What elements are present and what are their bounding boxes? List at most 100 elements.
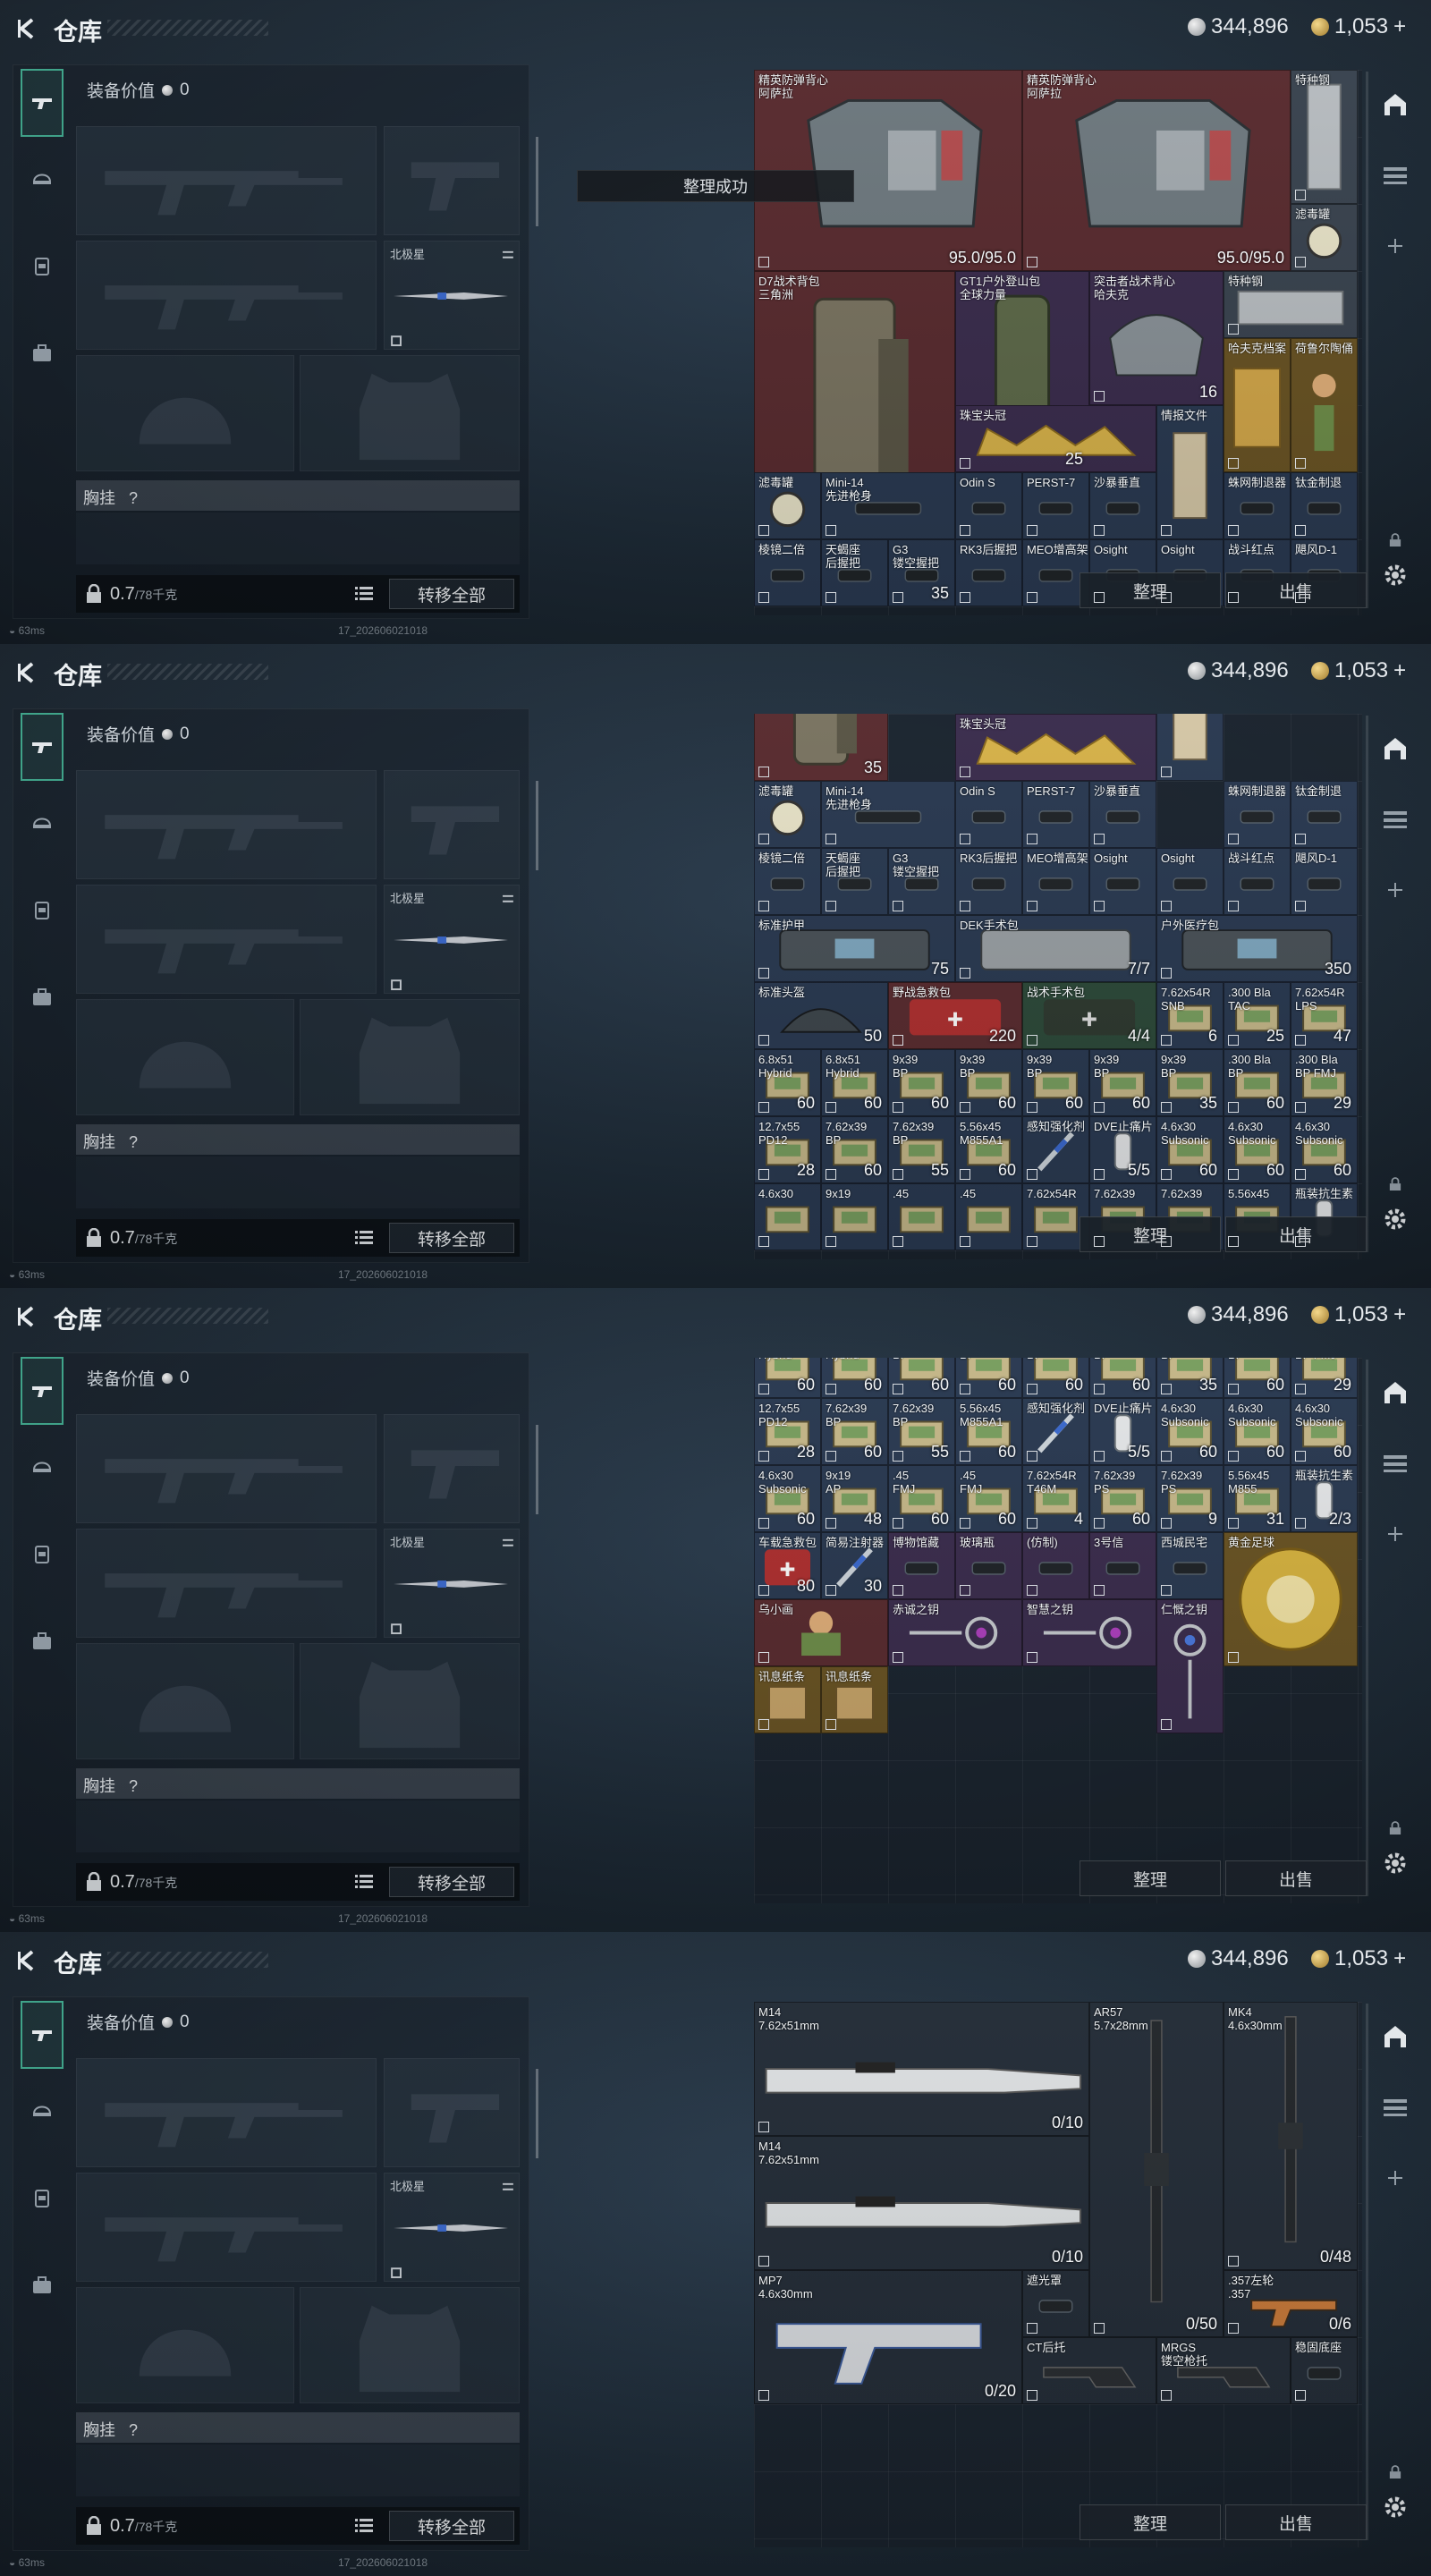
tab-backpack[interactable] [21, 232, 64, 300]
stash-item[interactable]: 7.62x54R SNB 6 [1156, 982, 1224, 1049]
stash-item[interactable]: 天蝎座 后握把 [821, 848, 888, 915]
stash-item[interactable]: MK4 4.6x30mm 0/48 [1224, 2002, 1358, 2270]
stash-item[interactable]: 博物馆藏 [888, 1532, 955, 1599]
gold-balance[interactable]: 1,053 + [1311, 658, 1406, 683]
stash-item[interactable]: 战术手术包 4/4 [1022, 982, 1156, 1049]
stash-item[interactable]: 野战急救包 220 [888, 982, 1022, 1049]
stash-item[interactable]: 7.62x39 BP 55 [888, 1398, 955, 1465]
stash-item[interactable]: .45 FMJ 60 [955, 1465, 1022, 1532]
armor-slot[interactable] [300, 355, 520, 471]
stash-item[interactable]: DEK手术包 7/7 [955, 915, 1156, 982]
gold-balance[interactable]: 1,053 + [1311, 1302, 1406, 1327]
stash-item[interactable]: 蛛网制退器 [1224, 472, 1291, 539]
stash-item[interactable]: 6.8x51 Hybrid60 [821, 1049, 888, 1116]
stash-item[interactable]: 4.6x30 Subsonic 60 [1224, 1398, 1291, 1465]
stash-item[interactable]: 9x39 BP 60 [955, 1358, 1022, 1398]
stash-item[interactable]: 户外医疗包 350 [1156, 915, 1358, 982]
stash-item[interactable]: 乌小画 [754, 1599, 888, 1666]
stash-add-tab[interactable] [1378, 2161, 1412, 2195]
armor-slot[interactable] [300, 999, 520, 1115]
stash-item[interactable]: 赤诚之钥 [888, 1599, 1022, 1666]
stash-item[interactable]: 标准头盔 50 [754, 982, 888, 1049]
stash-item[interactable]: M14 7.62x51mm 0/10 [754, 2136, 1089, 2270]
armor-slot[interactable] [300, 2287, 520, 2403]
stash-item[interactable]: Odin S [955, 472, 1022, 539]
stash-tab-weapons[interactable] [1378, 1445, 1412, 1479]
stash-item[interactable]: 智慧之钥 [1022, 1599, 1156, 1666]
stash-item[interactable]: AR57 5.7x28mm 0/50 [1089, 2002, 1224, 2337]
stash-item[interactable]: Odin S [955, 781, 1022, 848]
stash-item[interactable]: 突击者战术背心 哈夫克 16 [1089, 271, 1224, 405]
stash-item[interactable]: 9x39 BP 60 [955, 1049, 1022, 1116]
stash-item[interactable]: 滤毒罐 [754, 781, 821, 848]
stash-item[interactable]: 9x19 AP 48 [821, 1465, 888, 1532]
transfer-all-button[interactable]: 转移全部 [389, 1867, 514, 1897]
helmet-slot[interactable] [76, 1643, 294, 1759]
stash-item[interactable]: 西城民宅 [1156, 1532, 1224, 1599]
stash-item[interactable]: 钛金制退 [1291, 472, 1358, 539]
stash-settings[interactable] [1378, 558, 1412, 592]
stash-item[interactable]: 5.56x45 M855 31 [1224, 1465, 1291, 1532]
stash-item[interactable]: G3 镂空握把 [888, 848, 955, 915]
stash-settings[interactable] [1378, 1202, 1412, 1236]
stash-item[interactable]: DVE止痛片 5/5 [1089, 1398, 1156, 1465]
stash-item[interactable]: MEO增高架 [1022, 848, 1089, 915]
stash-item[interactable]: .300 Bla TAC 25 [1224, 982, 1291, 1049]
stash-scrollbar[interactable] [1366, 716, 1368, 1252]
melee-slot[interactable]: 北极星 [384, 885, 520, 994]
stash-add-tab[interactable] [1378, 1517, 1412, 1551]
stash-item[interactable]: 6.8x51 Hybrid60 [754, 1049, 821, 1116]
list-icon[interactable] [355, 1230, 373, 1246]
stash-item[interactable]: 9x19 [821, 1183, 888, 1250]
chest-rig-slot[interactable] [76, 2445, 520, 2496]
stash-grid[interactable]: 35 珠宝头冠 情报文件滤毒罐 Mini-14 先进枪身 Odin S PERST-7 沙暴… [754, 714, 1362, 1259]
stash-item[interactable]: 稳固底座 [1291, 2337, 1358, 2404]
pistol-slot[interactable] [384, 1414, 520, 1523]
stash-item[interactable]: 战斗红点 [1224, 848, 1291, 915]
stash-item[interactable]: .300 Bla BP 60 [1224, 1358, 1291, 1398]
stash-lock[interactable] [1378, 1811, 1412, 1845]
stash-item[interactable]: Osight [1156, 848, 1224, 915]
stash-item[interactable]: RK3后握把 [955, 848, 1022, 915]
stash-item[interactable]: 7.62x39 BP 60 [821, 1398, 888, 1465]
primary-weapon-slot[interactable] [76, 2058, 377, 2167]
gold-add[interactable]: + [1393, 1946, 1406, 1971]
stash-item[interactable]: 遮光罩 [1022, 2270, 1089, 2337]
sort-button[interactable]: 整理 [1080, 1216, 1221, 1252]
stash-tab-all[interactable] [1378, 1376, 1412, 1410]
stash-item[interactable]: 珠宝头冠 [955, 714, 1156, 781]
tab-helmet[interactable] [21, 144, 64, 212]
stash-item[interactable]: 6.8x51 Hybrid60 [821, 1358, 888, 1398]
stash-item[interactable]: DVE止痛片 5/5 [1089, 1116, 1156, 1183]
stash-item[interactable]: 5.56x45 M855A1 60 [955, 1116, 1022, 1183]
stash-item[interactable]: 哈夫克档案 [1224, 338, 1291, 472]
stash-add-tab[interactable] [1378, 873, 1412, 907]
stash-settings[interactable] [1378, 2490, 1412, 2524]
stash-item[interactable]: 沙暴垂直 [1089, 472, 1156, 539]
stash-item[interactable]: 9x39 BP 60 [1089, 1049, 1156, 1116]
stash-lock[interactable] [1378, 1167, 1412, 1201]
stash-lock[interactable] [1378, 2455, 1412, 2489]
stash-grid[interactable]: 6.8x51 Hybrid606.8x51 Hybrid609x39 BP609… [754, 1358, 1362, 1903]
stash-item[interactable]: .300 Bla BP 60 [1224, 1049, 1291, 1116]
stash-item[interactable]: 9x39 BP 35 [1156, 1358, 1224, 1398]
stash-item[interactable]: 9x39 BP 60 [1022, 1358, 1089, 1398]
tab-weapons[interactable] [21, 1357, 64, 1425]
sell-button[interactable]: 出售 [1225, 2504, 1367, 2540]
stash-item[interactable]: 12.7x55 PD12 28 [754, 1116, 821, 1183]
stash-item[interactable]: 4.6x30 [754, 1183, 821, 1250]
stash-grid[interactable]: M14 7.62x51mm 0/10 AR57 5.7x28mm 0/50 MK4 4.… [754, 2002, 1362, 2547]
stash-item[interactable]: 玻璃瓶 [955, 1532, 1022, 1599]
stash-item[interactable]: 9x39 BP 60 [888, 1358, 955, 1398]
loadout-scrollbar[interactable] [536, 1425, 538, 1514]
tab-backpack[interactable] [21, 876, 64, 944]
stash-item[interactable]: 7.62x39 PS 9 [1156, 1465, 1224, 1532]
sell-button[interactable]: 出售 [1225, 1860, 1367, 1896]
stash-item[interactable]: 滤毒罐 [1291, 204, 1358, 271]
sell-button[interactable]: 出售 [1225, 1216, 1367, 1252]
stash-item[interactable]: 4.6x30 Subsonic 60 [754, 1465, 821, 1532]
stash-item[interactable]: 4.6x30 Subsonic 60 [1156, 1398, 1224, 1465]
stash-item[interactable]: .300 Bla BP FMJ 29 [1291, 1049, 1358, 1116]
stash-item[interactable]: 6.8x51 Hybrid60 [754, 1358, 821, 1398]
stash-item[interactable]: 7.62x39 PS 60 [1089, 1465, 1156, 1532]
